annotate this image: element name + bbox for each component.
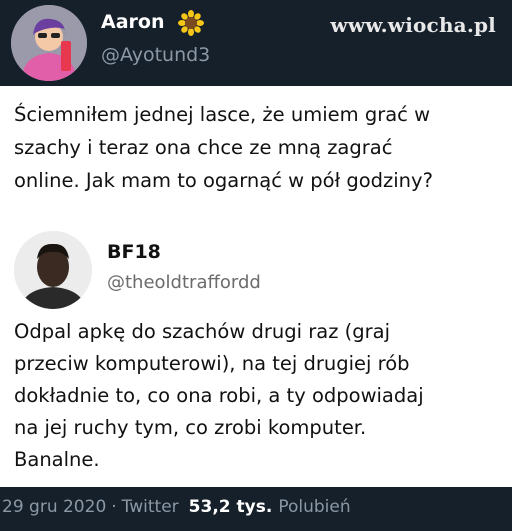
footer-separator: · [111, 497, 117, 517]
quoted-text-line: Odpal apkę do szachów drugi raz (graj [14, 320, 391, 343]
tweet-text: Ściemniłem jednej lasce, że umiem grać w… [14, 98, 504, 197]
avatar-illustration-icon [11, 5, 87, 81]
quoted-author-name[interactable]: BF18 [107, 241, 161, 263]
person-photo-icon [14, 231, 92, 309]
quoted-text-line: dokładnie to, co ona robi, a ty odpowiad… [14, 384, 424, 407]
author-name[interactable]: Aaron [101, 11, 164, 33]
author-handle[interactable]: @Ayotund3 [101, 44, 210, 66]
tweet-text-line: szachy i teraz ona chce ze mną zagrać [14, 136, 393, 159]
likes-label[interactable]: Polubień [278, 497, 350, 517]
tweet-footer: 29 gru 2020 · Twitter 53,2 tys. Polubień [0, 487, 512, 531]
tweet-text-line: online. Jak mam to ogarnąć w pół godziny… [14, 169, 433, 192]
quoted-tweet-text: Odpal apkę do szachów drugi raz (graj pr… [14, 316, 509, 476]
quoted-text-line: na jej ruchy tym, co zrobi komputer. [14, 416, 367, 439]
tweet-date[interactable]: 29 gru 2020 [2, 497, 106, 517]
quoted-author-avatar[interactable] [14, 231, 92, 309]
sunflower-icon [178, 10, 204, 36]
quoted-text-line: Banalne. [14, 448, 100, 471]
likes-count[interactable]: 53,2 tys. [189, 497, 273, 517]
tweet-source[interactable]: Twitter [122, 497, 179, 517]
tweet-text-line: Ściemniłem jednej lasce, że umiem grać w [14, 103, 431, 126]
tweet-header: Aaron @Ayotund3 www.wiocha.pl [0, 0, 512, 86]
author-avatar[interactable] [11, 5, 87, 81]
quoted-text-line: przeciw komputerowi), na tej drugiej rób [14, 352, 410, 375]
watermark: www.wiocha.pl [330, 13, 496, 37]
quoted-author-handle[interactable]: @theoldtraffordd [107, 272, 261, 293]
